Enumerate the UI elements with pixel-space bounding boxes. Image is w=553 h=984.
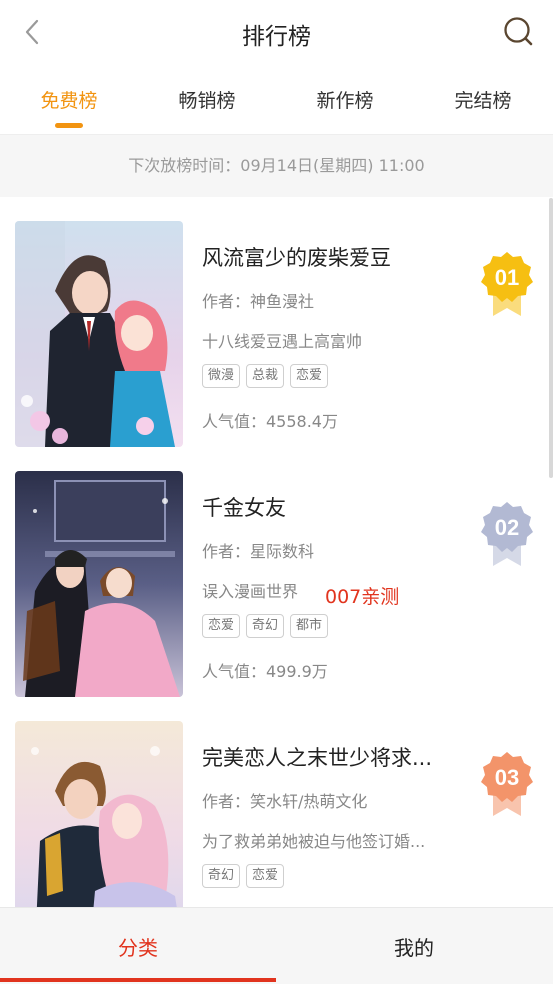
rank-badge: 02 [479, 500, 535, 568]
popularity-value: 人气值：4558.4万 [202, 412, 338, 431]
tag: 微漫 [202, 364, 241, 388]
search-icon [504, 17, 533, 46]
rank-badge-icon: 01 [481, 252, 533, 316]
tab-free[interactable]: 免费榜 [14, 86, 124, 113]
active-tab-indicator [55, 123, 83, 128]
rank-badge-icon: 03 [481, 752, 533, 816]
comic-author: 作者：星际数科 [202, 542, 315, 561]
comic-title: 风流富少的废柴爱豆 [202, 246, 391, 270]
comic-title: 千金女友 [202, 496, 286, 520]
tab-new[interactable]: 新作榜 [290, 86, 400, 113]
next-release-time: 下次放榜时间：09月14日(星期四) 11:00 [0, 135, 553, 197]
watermark-text: 007亲测 [325, 586, 400, 608]
tag: 恋爱 [246, 864, 285, 888]
ranking-list: 风流富少的废柴爱豆 作者：神鱼漫社 十八线爱豆遇上高富帅 微漫 总裁 恋爱 人气值：… [0, 198, 553, 908]
list-item[interactable]: 完美恋人之末世少将求... 作者：笑水轩/热萌文化 为了救弟弟她被迫与他签订婚.… [0, 698, 553, 908]
page-title: 排行榜 [242, 24, 311, 50]
tag: 奇幻 [202, 864, 241, 888]
tag: 奇幻 [246, 614, 285, 638]
tab-bestseller[interactable]: 畅销榜 [152, 86, 262, 113]
comic-cover-image[interactable] [15, 721, 183, 908]
comic-cover-image[interactable] [15, 471, 183, 697]
list-item[interactable]: 千金女友 作者：星际数科 误入漫画世界 恋爱 奇幻 都市 人气值：499.9万 02 [0, 448, 553, 698]
tab-mine[interactable]: 我的 [276, 932, 552, 961]
rank-number: 01 [495, 265, 519, 290]
tag: 都市 [290, 614, 329, 638]
comic-cover-image[interactable] [15, 221, 183, 447]
search-button[interactable] [501, 14, 535, 48]
rank-number: 03 [495, 765, 519, 790]
bottom-tab-bar: 分类 我的 [0, 907, 553, 984]
scrollbar[interactable] [549, 198, 553, 478]
rank-badge: 01 [479, 250, 535, 318]
tag-list: 微漫 总裁 恋爱 [202, 364, 334, 390]
comic-description: 十八线爱豆遇上高富帅 [202, 332, 363, 351]
tag-list: 恋爱 奇幻 都市 [202, 614, 334, 640]
tab-category[interactable]: 分类 [0, 932, 276, 961]
active-tab-underline [0, 978, 276, 982]
comic-author: 作者：神鱼漫社 [202, 292, 315, 311]
tab-completed[interactable]: 完结榜 [428, 86, 538, 113]
popularity-value: 人气值：499.9万 [202, 662, 328, 681]
top-navigation-bar: 排行榜 [0, 0, 553, 65]
tag: 恋爱 [290, 364, 329, 388]
comic-description: 为了救弟弟她被迫与他签订婚... [202, 832, 426, 851]
comic-description: 误入漫画世界 [202, 582, 299, 601]
tag-list: 奇幻 恋爱 [202, 864, 290, 890]
list-item[interactable]: 风流富少的废柴爱豆 作者：神鱼漫社 十八线爱豆遇上高富帅 微漫 总裁 恋爱 人气值：… [0, 198, 553, 448]
rank-badge-icon: 02 [481, 502, 533, 566]
rank-badge: 03 [479, 750, 535, 818]
tag: 恋爱 [202, 614, 241, 638]
comic-author: 作者：笑水轩/热萌文化 [202, 792, 368, 811]
tag: 总裁 [246, 364, 285, 388]
comic-title: 完美恋人之末世少将求... [202, 746, 433, 770]
rank-number: 02 [495, 515, 519, 540]
